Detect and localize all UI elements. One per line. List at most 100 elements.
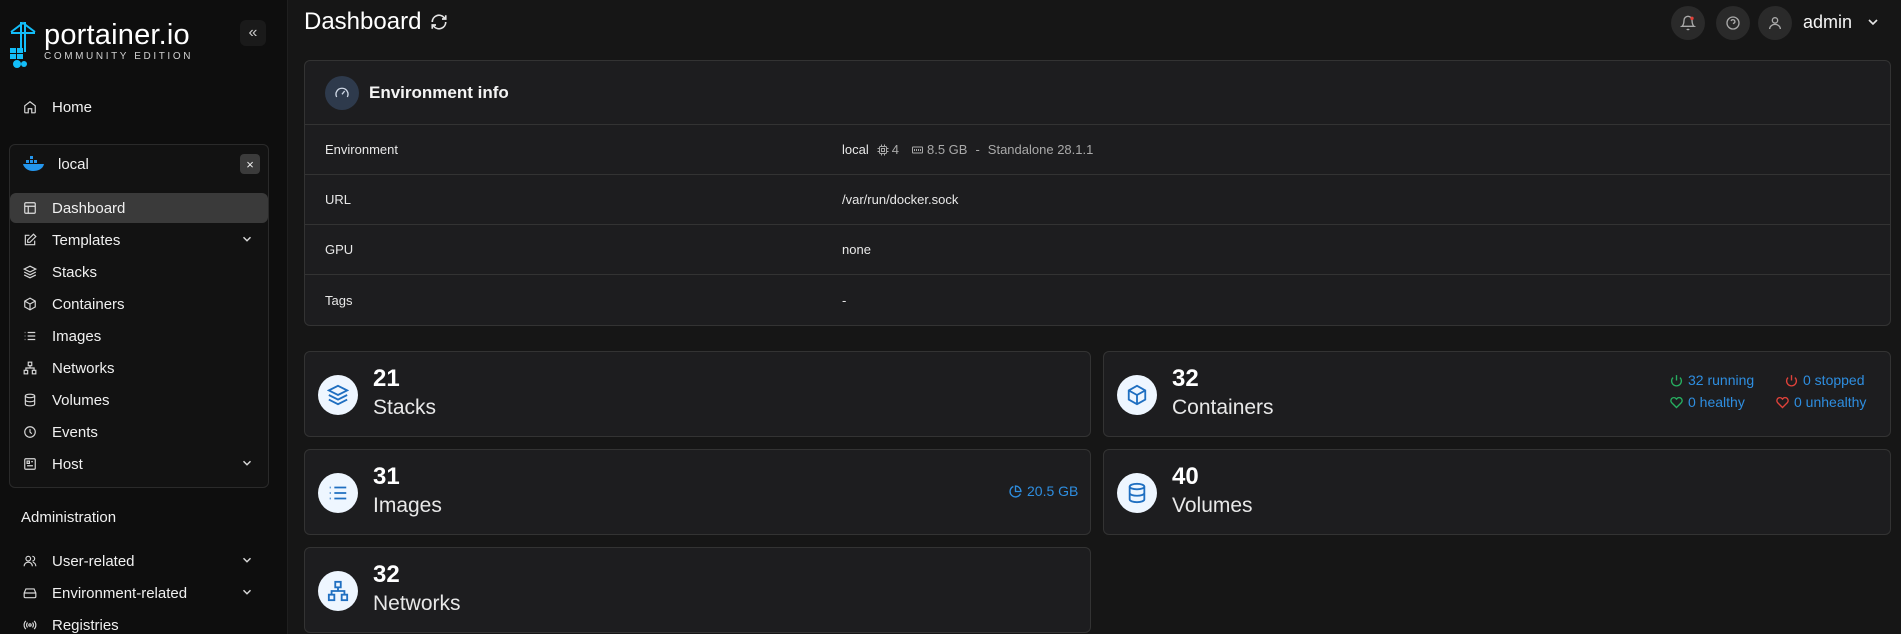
environment-value: local — [842, 142, 869, 157]
stacks-card[interactable]: 21 Stacks — [304, 351, 1091, 437]
sidebar-item-stacks[interactable]: Stacks — [10, 257, 268, 287]
bell-icon — [1680, 15, 1696, 31]
sidebar-item-environment-related[interactable]: Environment-related — [10, 578, 268, 608]
main-content: Dashboard admin Environment info Environ… — [288, 0, 1901, 634]
separator: - — [975, 142, 980, 157]
row-key: Tags — [325, 292, 353, 308]
containers-count: 32 — [1172, 365, 1199, 392]
home-icon — [22, 99, 38, 115]
stacks-label: Stacks — [373, 396, 437, 419]
running-badge: 32 running — [1670, 372, 1754, 388]
sidebar-item-host[interactable]: Host — [10, 449, 268, 479]
collapse-sidebar-button[interactable]: « — [240, 20, 266, 46]
memory-icon — [911, 144, 924, 156]
chevron-down-icon[interactable] — [1865, 14, 1881, 30]
sidebar-item-label: Environment-related — [52, 584, 188, 602]
environment-header[interactable]: local — [10, 149, 230, 179]
row-value: none — [842, 242, 871, 257]
sidebar-item-networks[interactable]: Networks — [10, 353, 268, 383]
table-row: GPU none — [305, 225, 1890, 275]
cpu-count: 4 — [891, 142, 899, 157]
images-card[interactable]: 31 Images 20.5 GB — [304, 449, 1091, 535]
sidebar-item-events[interactable]: Events — [10, 417, 268, 447]
user-avatar[interactable] — [1758, 6, 1792, 40]
table-row: Tags - — [305, 275, 1890, 325]
sidebar-item-label: Volumes — [52, 391, 110, 409]
containers-card[interactable]: 32 Containers 32 running 0 stopped 0 hea… — [1103, 351, 1891, 437]
sidebar-item-home[interactable]: Home — [10, 92, 268, 122]
page-title-text: Dashboard — [304, 8, 422, 35]
refresh-icon[interactable] — [430, 13, 448, 31]
gauge-icon — [325, 75, 359, 110]
sidebar-item-user-related[interactable]: User-related — [10, 546, 268, 576]
environment-info-card: Environment info Environment local 4 8.5… — [304, 60, 1891, 326]
network-icon — [318, 571, 358, 611]
host-icon — [22, 456, 38, 472]
edit-icon — [22, 232, 38, 248]
radio-icon — [22, 617, 38, 633]
power-icon — [1785, 374, 1798, 386]
row-value: - — [842, 292, 847, 308]
environment-info-title: Environment info — [369, 82, 509, 102]
images-size: 20.5 GB — [1027, 483, 1079, 499]
user-menu-name[interactable]: admin — [1803, 12, 1852, 33]
row-key: GPU — [325, 242, 354, 257]
power-icon — [1670, 374, 1683, 386]
pie-chart-icon — [1009, 484, 1022, 498]
images-label: Images — [373, 494, 442, 517]
layers-icon — [22, 264, 38, 280]
images-size-badge: 20.5 GB — [1009, 483, 1078, 499]
administration-section-title: Administration — [21, 509, 117, 526]
sidebar-item-label: Host — [52, 455, 83, 473]
sidebar-item-images[interactable]: Images — [10, 321, 268, 351]
logo-wordmark: portainer.io — [44, 19, 190, 51]
sidebar: portainer.io COMMUNITY EDITION « Home lo… — [0, 0, 288, 634]
engine-version: Standalone 28.1.1 — [987, 142, 1094, 157]
chevron-down-icon — [242, 460, 252, 466]
table-row: Environment local 4 8.5 GB - Standalone — [305, 125, 1890, 175]
docker-icon — [22, 156, 46, 172]
box-icon — [1117, 375, 1157, 415]
list-icon — [318, 473, 358, 513]
sidebar-item-label: Images — [52, 327, 102, 345]
sidebar-item-volumes[interactable]: Volumes — [10, 385, 268, 415]
sidebar-item-label: Containers — [52, 295, 125, 313]
sidebar-item-dashboard[interactable]: Dashboard — [10, 193, 268, 223]
chevron-down-icon — [242, 557, 252, 563]
sidebar-item-containers[interactable]: Containers — [10, 289, 268, 319]
help-button[interactable] — [1716, 6, 1750, 40]
logo-edition: COMMUNITY EDITION — [44, 51, 194, 62]
sidebar-item-templates[interactable]: Templates — [10, 225, 268, 255]
stopped-badge: 0 stopped — [1785, 372, 1865, 388]
networks-card[interactable]: 32 Networks — [304, 547, 1091, 633]
portainer-logo[interactable]: portainer.io COMMUNITY EDITION — [8, 20, 193, 68]
row-value: /var/run/docker.sock — [842, 192, 959, 207]
sidebar-item-label: Registries — [52, 616, 119, 634]
close-environment-button[interactable]: × — [240, 154, 260, 174]
row-key: URL — [325, 192, 352, 207]
double-chevron-left-icon: « — [248, 24, 258, 41]
healthy-count: 0 healthy — [1688, 394, 1745, 410]
unhealthy-badge: 0 unhealthy — [1776, 394, 1866, 410]
sidebar-item-registries[interactable]: Registries — [10, 610, 268, 634]
healthy-badge: 0 healthy — [1670, 394, 1745, 410]
heart-icon — [1776, 396, 1789, 408]
sidebar-item-label: User-related — [52, 552, 135, 570]
notifications-button[interactable] — [1671, 6, 1705, 40]
box-icon — [22, 296, 38, 312]
row-key: Environment — [325, 142, 398, 157]
dashboard-icon — [22, 200, 38, 216]
list-icon — [22, 328, 38, 344]
heart-icon — [1670, 396, 1683, 408]
environment-info-header: Environment info — [305, 61, 1890, 125]
volumes-card[interactable]: 40 Volumes — [1103, 449, 1891, 535]
clock-icon — [22, 424, 38, 440]
stopped-count: 0 stopped — [1803, 372, 1865, 388]
running-count: 32 running — [1688, 372, 1755, 388]
sidebar-item-label: Networks — [52, 359, 115, 377]
network-icon — [22, 360, 38, 376]
user-icon — [1769, 17, 1781, 30]
help-icon — [1726, 16, 1740, 30]
sidebar-item-label: Stacks — [52, 263, 98, 281]
networks-label: Networks — [373, 592, 461, 615]
